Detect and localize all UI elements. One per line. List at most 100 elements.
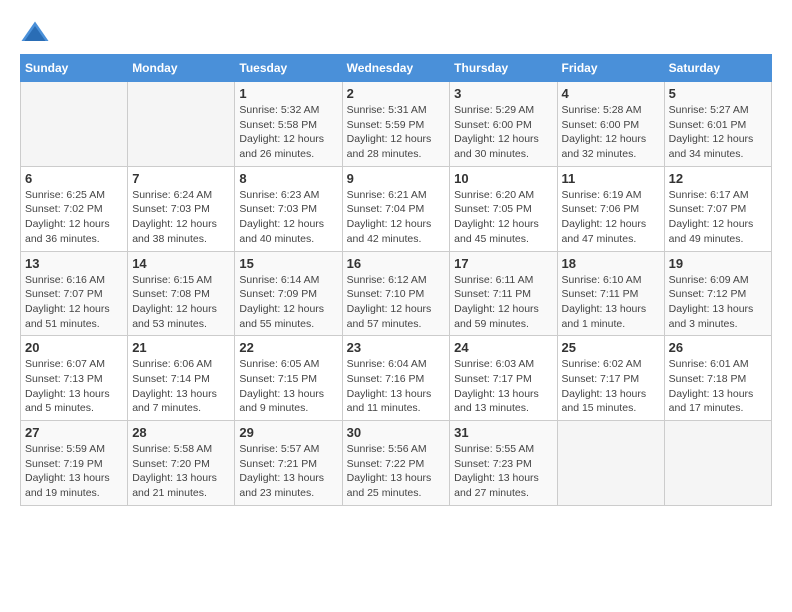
day-info: Sunrise: 6:06 AM Sunset: 7:14 PM Dayligh… [132,357,230,416]
day-number: 28 [132,425,230,440]
day-number: 21 [132,340,230,355]
calendar-cell: 20 Sunrise: 6:07 AM Sunset: 7:13 PM Dayli… [21,336,128,421]
calendar-week-1: 1 Sunrise: 5:32 AM Sunset: 5:58 PM Daylig… [21,82,772,167]
calendar-cell: 26 Sunrise: 6:01 AM Sunset: 7:18 PM Dayli… [664,336,771,421]
day-number: 13 [25,256,123,271]
day-info: Sunrise: 5:55 AM Sunset: 7:23 PM Dayligh… [454,442,552,501]
day-number: 25 [562,340,660,355]
page-header [20,20,772,44]
day-info: Sunrise: 6:24 AM Sunset: 7:03 PM Dayligh… [132,188,230,247]
day-number: 31 [454,425,552,440]
calendar-cell: 16 Sunrise: 6:12 AM Sunset: 7:10 PM Dayli… [342,251,450,336]
day-number: 4 [562,86,660,101]
calendar-cell: 6 Sunrise: 6:25 AM Sunset: 7:02 PM Daylig… [21,166,128,251]
day-info: Sunrise: 6:15 AM Sunset: 7:08 PM Dayligh… [132,273,230,332]
weekday-monday: Monday [128,55,235,82]
day-info: Sunrise: 6:25 AM Sunset: 7:02 PM Dayligh… [25,188,123,247]
calendar-cell: 18 Sunrise: 6:10 AM Sunset: 7:11 PM Dayli… [557,251,664,336]
day-info: Sunrise: 6:01 AM Sunset: 7:18 PM Dayligh… [669,357,767,416]
logo-icon [20,20,50,44]
day-number: 10 [454,171,552,186]
weekday-thursday: Thursday [450,55,557,82]
day-info: Sunrise: 6:21 AM Sunset: 7:04 PM Dayligh… [347,188,446,247]
day-info: Sunrise: 5:28 AM Sunset: 6:00 PM Dayligh… [562,103,660,162]
calendar-cell: 13 Sunrise: 6:16 AM Sunset: 7:07 PM Dayli… [21,251,128,336]
day-info: Sunrise: 6:07 AM Sunset: 7:13 PM Dayligh… [25,357,123,416]
day-info: Sunrise: 6:14 AM Sunset: 7:09 PM Dayligh… [239,273,337,332]
calendar-cell: 15 Sunrise: 6:14 AM Sunset: 7:09 PM Dayli… [235,251,342,336]
day-number: 16 [347,256,446,271]
day-number: 7 [132,171,230,186]
calendar-cell [664,421,771,506]
day-info: Sunrise: 6:02 AM Sunset: 7:17 PM Dayligh… [562,357,660,416]
calendar-week-4: 20 Sunrise: 6:07 AM Sunset: 7:13 PM Dayli… [21,336,772,421]
day-info: Sunrise: 5:59 AM Sunset: 7:19 PM Dayligh… [25,442,123,501]
day-info: Sunrise: 6:04 AM Sunset: 7:16 PM Dayligh… [347,357,446,416]
day-number: 9 [347,171,446,186]
day-info: Sunrise: 6:05 AM Sunset: 7:15 PM Dayligh… [239,357,337,416]
calendar-cell: 3 Sunrise: 5:29 AM Sunset: 6:00 PM Daylig… [450,82,557,167]
calendar-cell: 12 Sunrise: 6:17 AM Sunset: 7:07 PM Dayli… [664,166,771,251]
day-number: 14 [132,256,230,271]
calendar-cell: 22 Sunrise: 6:05 AM Sunset: 7:15 PM Dayli… [235,336,342,421]
calendar-cell [128,82,235,167]
calendar-cell: 28 Sunrise: 5:58 AM Sunset: 7:20 PM Dayli… [128,421,235,506]
weekday-header-row: SundayMondayTuesdayWednesdayThursdayFrid… [21,55,772,82]
day-number: 22 [239,340,337,355]
calendar-cell [557,421,664,506]
weekday-saturday: Saturday [664,55,771,82]
day-number: 8 [239,171,337,186]
day-number: 2 [347,86,446,101]
day-info: Sunrise: 5:32 AM Sunset: 5:58 PM Dayligh… [239,103,337,162]
calendar-cell: 10 Sunrise: 6:20 AM Sunset: 7:05 PM Dayli… [450,166,557,251]
calendar-cell: 21 Sunrise: 6:06 AM Sunset: 7:14 PM Dayli… [128,336,235,421]
calendar-cell: 8Sunrise: 6:23 AM Sunset: 7:03 PM Daylig… [235,166,342,251]
day-number: 5 [669,86,767,101]
day-number: 15 [239,256,337,271]
day-number: 6 [25,171,123,186]
day-number: 19 [669,256,767,271]
calendar-cell: 1 Sunrise: 5:32 AM Sunset: 5:58 PM Daylig… [235,82,342,167]
day-number: 1 [239,86,337,101]
calendar-header: SundayMondayTuesdayWednesdayThursdayFrid… [21,55,772,82]
day-number: 17 [454,256,552,271]
day-number: 23 [347,340,446,355]
day-info: Sunrise: 5:29 AM Sunset: 6:00 PM Dayligh… [454,103,552,162]
calendar-body: 1 Sunrise: 5:32 AM Sunset: 5:58 PM Daylig… [21,82,772,506]
calendar-week-5: 27 Sunrise: 5:59 AM Sunset: 7:19 PM Dayli… [21,421,772,506]
calendar-cell: 29 Sunrise: 5:57 AM Sunset: 7:21 PM Dayli… [235,421,342,506]
calendar-cell: 17 Sunrise: 6:11 AM Sunset: 7:11 PM Dayli… [450,251,557,336]
weekday-tuesday: Tuesday [235,55,342,82]
calendar-cell: 30Sunrise: 5:56 AM Sunset: 7:22 PM Dayli… [342,421,450,506]
day-info: Sunrise: 6:11 AM Sunset: 7:11 PM Dayligh… [454,273,552,332]
calendar-cell: 24 Sunrise: 6:03 AM Sunset: 7:17 PM Dayli… [450,336,557,421]
day-number: 20 [25,340,123,355]
calendar-cell: 2 Sunrise: 5:31 AM Sunset: 5:59 PM Daylig… [342,82,450,167]
day-info: Sunrise: 5:27 AM Sunset: 6:01 PM Dayligh… [669,103,767,162]
day-info: Sunrise: 6:16 AM Sunset: 7:07 PM Dayligh… [25,273,123,332]
day-info: Sunrise: 6:12 AM Sunset: 7:10 PM Dayligh… [347,273,446,332]
day-number: 29 [239,425,337,440]
calendar-cell [21,82,128,167]
day-info: Sunrise: 6:20 AM Sunset: 7:05 PM Dayligh… [454,188,552,247]
day-number: 26 [669,340,767,355]
day-number: 27 [25,425,123,440]
day-info: Sunrise: 6:03 AM Sunset: 7:17 PM Dayligh… [454,357,552,416]
day-number: 3 [454,86,552,101]
calendar-cell: 27 Sunrise: 5:59 AM Sunset: 7:19 PM Dayli… [21,421,128,506]
calendar-cell: 4 Sunrise: 5:28 AM Sunset: 6:00 PM Daylig… [557,82,664,167]
calendar-cell: 7 Sunrise: 6:24 AM Sunset: 7:03 PM Daylig… [128,166,235,251]
calendar-cell: 5 Sunrise: 5:27 AM Sunset: 6:01 PM Daylig… [664,82,771,167]
calendar-cell: 14 Sunrise: 6:15 AM Sunset: 7:08 PM Dayli… [128,251,235,336]
day-info: Sunrise: 5:31 AM Sunset: 5:59 PM Dayligh… [347,103,446,162]
day-number: 24 [454,340,552,355]
day-info: Sunrise: 5:58 AM Sunset: 7:20 PM Dayligh… [132,442,230,501]
calendar-cell: 19Sunrise: 6:09 AM Sunset: 7:12 PM Dayli… [664,251,771,336]
day-info: Sunrise: 5:57 AM Sunset: 7:21 PM Dayligh… [239,442,337,501]
logo [20,20,54,44]
day-info: Sunrise: 6:10 AM Sunset: 7:11 PM Dayligh… [562,273,660,332]
day-info: Sunrise: 6:17 AM Sunset: 7:07 PM Dayligh… [669,188,767,247]
day-number: 18 [562,256,660,271]
day-info: Sunrise: 6:19 AM Sunset: 7:06 PM Dayligh… [562,188,660,247]
day-number: 12 [669,171,767,186]
